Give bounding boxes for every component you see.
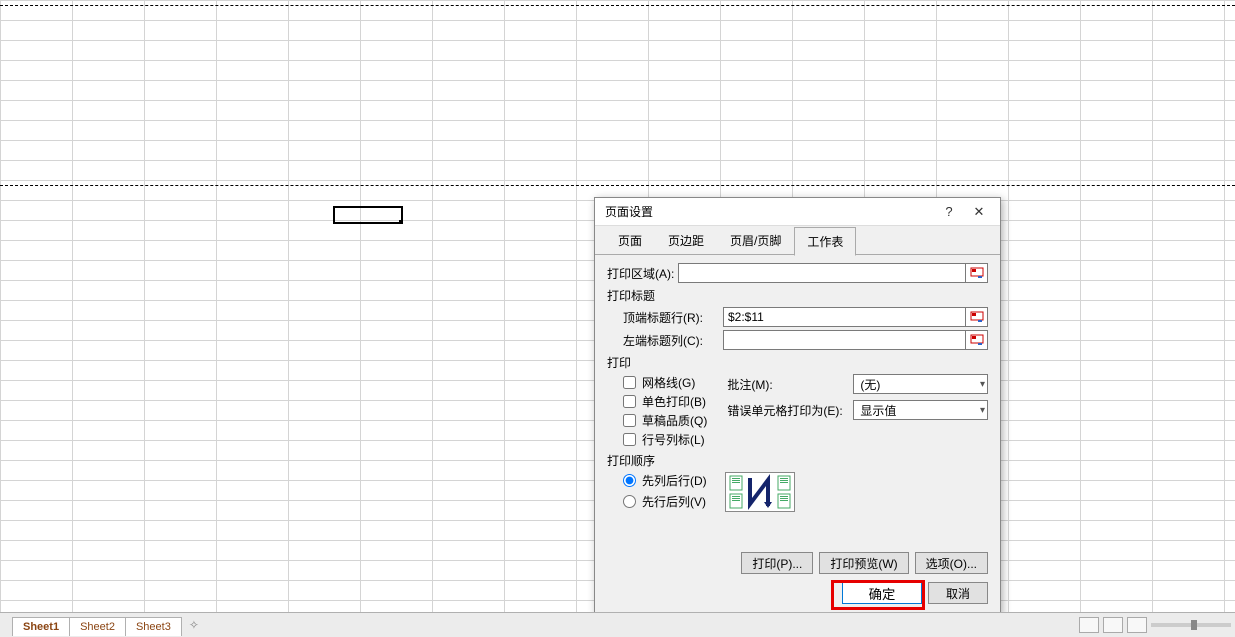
top-rows-input[interactable] xyxy=(723,307,966,327)
selected-cell[interactable] xyxy=(333,206,403,224)
zoom-slider[interactable] xyxy=(1151,623,1231,627)
sheet-tab[interactable]: Sheet1 xyxy=(12,617,70,636)
print-button[interactable]: 打印(P)... xyxy=(741,552,813,574)
dialog-body: 打印区域(A): 打印标题 顶端标题行(R): 左端标题列(C) xyxy=(595,255,1000,520)
dialog-title: 页面设置 xyxy=(605,203,934,220)
dialog-tabs: 页面 页边距 页眉/页脚 工作表 xyxy=(595,226,1000,255)
page-break xyxy=(0,5,1235,6)
print-area-input[interactable] xyxy=(678,263,966,283)
left-cols-label: 左端标题列(C): xyxy=(623,332,719,349)
cancel-button[interactable]: 取消 xyxy=(928,582,988,604)
dto-label: 先列后行(D) xyxy=(642,472,707,489)
bw-label: 单色打印(B) xyxy=(642,393,706,410)
print-titles-label: 打印标题 xyxy=(607,287,988,304)
tab-margins[interactable]: 页边距 xyxy=(655,226,717,255)
collapse-dialog-icon[interactable] xyxy=(966,307,988,327)
collapse-dialog-icon[interactable] xyxy=(966,330,988,350)
rch-label: 行号列标(L) xyxy=(642,431,705,448)
comments-combo[interactable]: (无) ▾ xyxy=(853,374,988,394)
help-button[interactable]: ? xyxy=(934,201,964,223)
view-pagebreak-icon[interactable] xyxy=(1127,617,1147,633)
comments-label: 批注(M): xyxy=(727,376,847,393)
draft-checkbox[interactable]: 草稿品质(Q) xyxy=(623,412,707,429)
tab-page[interactable]: 页面 xyxy=(605,226,655,255)
draft-label: 草稿品质(Q) xyxy=(642,412,707,429)
ok-button[interactable]: 确定 xyxy=(842,582,922,604)
errors-combo[interactable]: 显示值 ▾ xyxy=(853,400,988,420)
page-order-icon xyxy=(725,472,795,512)
view-normal-icon[interactable] xyxy=(1079,617,1099,633)
sheet-tab[interactable]: Sheet3 xyxy=(125,617,182,636)
down-then-over-radio[interactable]: 先列后行(D) xyxy=(623,472,707,489)
print-preview-button[interactable]: 打印预览(W) xyxy=(819,552,908,574)
close-button[interactable]: ✕ xyxy=(964,201,994,223)
page-setup-dialog: 页面设置 ? ✕ 页面 页边距 页眉/页脚 工作表 打印区域(A): 打印标题 … xyxy=(594,197,1001,615)
sheet-tab[interactable]: Sheet2 xyxy=(69,617,126,636)
tab-headerfooter[interactable]: 页眉/页脚 xyxy=(717,226,794,255)
print-section-label: 打印 xyxy=(607,354,988,371)
row-col-headings-checkbox[interactable]: 行号列标(L) xyxy=(623,431,707,448)
comments-value: (无) xyxy=(860,376,880,393)
new-sheet-icon[interactable]: ✧ xyxy=(181,615,207,635)
tab-sheet[interactable]: 工作表 xyxy=(794,227,856,256)
collapse-dialog-icon[interactable] xyxy=(966,263,988,283)
chevron-down-icon: ▾ xyxy=(980,379,985,390)
page-order-label: 打印顺序 xyxy=(607,452,988,469)
otd-label: 先行后列(V) xyxy=(642,493,706,510)
chevron-down-icon: ▾ xyxy=(980,405,985,416)
page-break xyxy=(0,185,1235,186)
dialog-titlebar: 页面设置 ? ✕ xyxy=(595,198,1000,226)
view-pagelayout-icon[interactable] xyxy=(1103,617,1123,633)
fill-handle[interactable] xyxy=(399,220,403,224)
options-button[interactable]: 选项(O)... xyxy=(915,552,988,574)
top-rows-label: 顶端标题行(R): xyxy=(623,309,719,326)
gridlines-checkbox[interactable]: 网格线(G) xyxy=(623,374,707,391)
left-cols-input[interactable] xyxy=(723,330,966,350)
over-then-down-radio[interactable]: 先行后列(V) xyxy=(623,493,707,510)
errors-label: 错误单元格打印为(E): xyxy=(727,402,847,419)
gridlines-label: 网格线(G) xyxy=(642,374,695,391)
black-white-checkbox[interactable]: 单色打印(B) xyxy=(623,393,707,410)
errors-value: 显示值 xyxy=(860,402,896,419)
statusbar-right xyxy=(1015,612,1235,637)
print-area-label: 打印区域(A): xyxy=(607,265,674,282)
